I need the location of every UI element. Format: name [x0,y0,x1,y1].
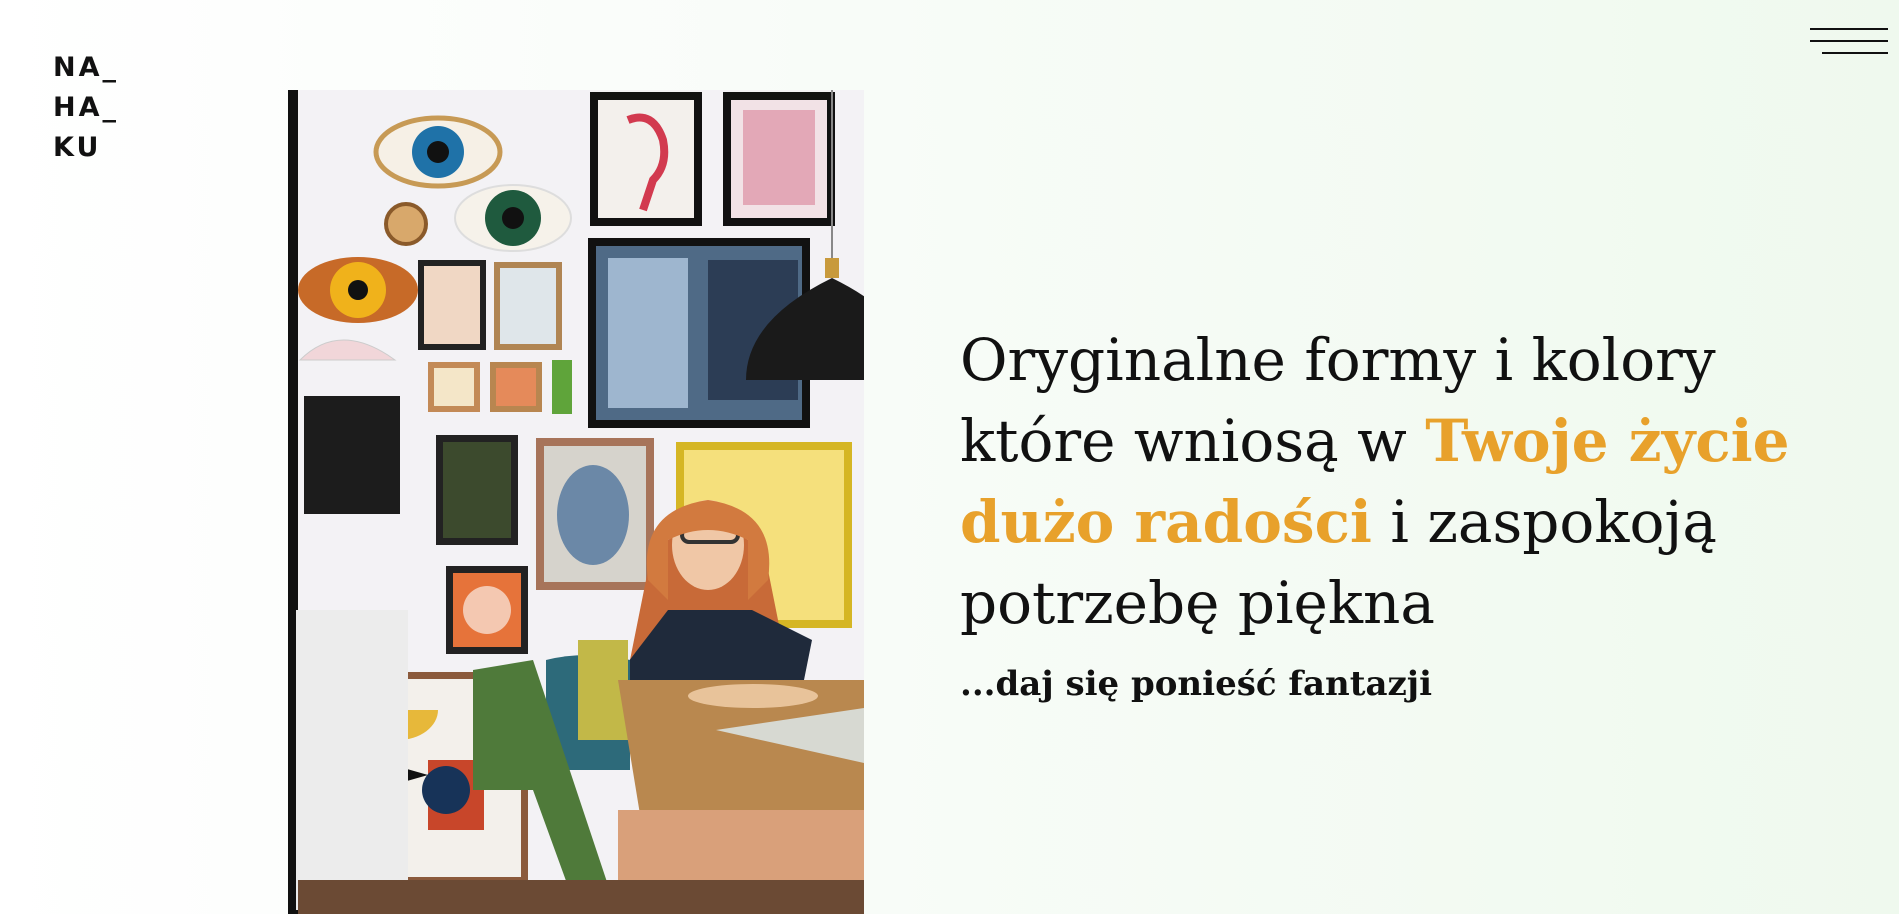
headline-line-1: Oryginalne formy i kolory [960,326,1716,394]
logo-line-1: NA_ [53,52,119,83]
hero-tagline: ...daj się ponieść fantazji [960,664,1433,704]
menu-line [1822,52,1888,54]
menu-line [1810,40,1888,42]
hero-headline: Oryginalne formy i kolory które wniosą w… [960,320,1860,644]
headline-line-2a: które wniosą w [960,407,1426,475]
logo[interactable]: NA_ HA_ KU [53,48,119,168]
logo-line-2: HA_ [53,92,119,123]
interior-photo-illustration [288,90,864,914]
headline-line-4: potrzebę piękna [960,569,1435,637]
menu-line [1810,28,1888,30]
headline-line-3b: i zaspokoją [1371,488,1717,556]
headline-accent-1: Twoje życie [1425,407,1790,475]
logo-line-3: KU [53,132,102,163]
hamburger-menu-icon[interactable] [1808,26,1888,60]
headline-accent-2: dużo radości [960,488,1372,556]
hero-photo [288,90,864,914]
